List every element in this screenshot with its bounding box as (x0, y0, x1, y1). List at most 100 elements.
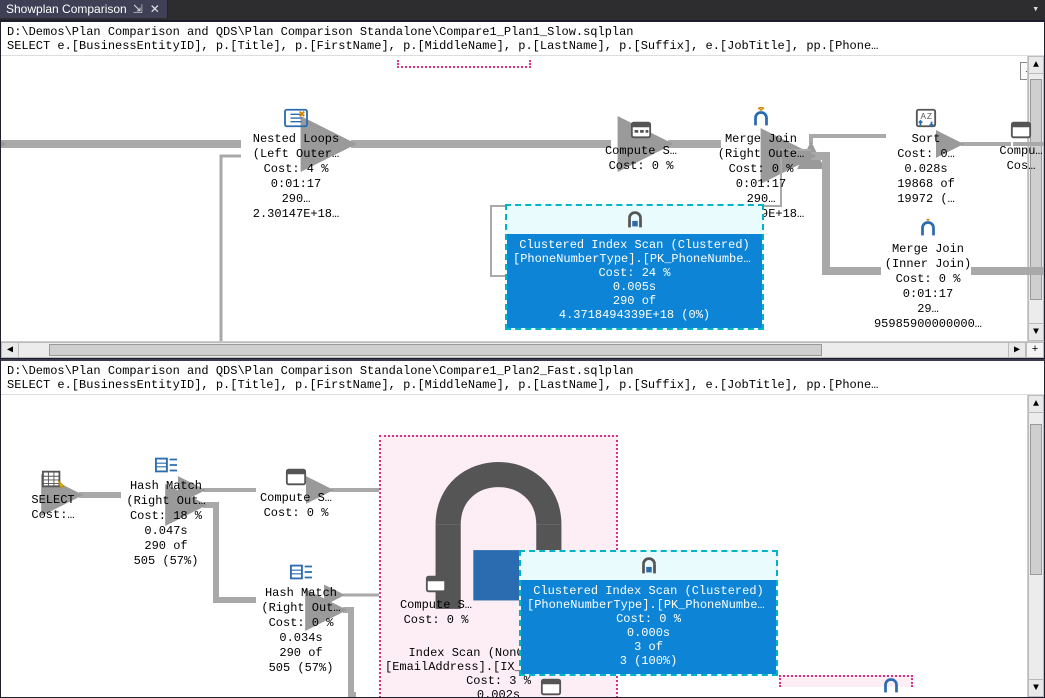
hash-match-icon (152, 453, 180, 477)
clustered-index-scan-icon (507, 206, 762, 234)
node-time: 0:01:17 (241, 177, 351, 192)
top-plan-pane: D:\Demos\Plan Comparison and QDS\Plan Co… (0, 21, 1045, 359)
scroll-right-icon[interactable]: ▶ (1008, 342, 1026, 358)
plan-file-path: D:\Demos\Plan Comparison and QDS\Plan Co… (1, 22, 1044, 39)
pin-icon[interactable]: ⇲ (133, 2, 143, 16)
plan-file-path: D:\Demos\Plan Comparison and QDS\Plan Co… (1, 361, 1044, 378)
node-title: Merge Join (868, 242, 988, 257)
node-cost: Cost: 0 % (868, 272, 988, 287)
scroll-track[interactable] (19, 342, 1008, 358)
node-cost: Cost: 0 % (256, 506, 336, 521)
clustered-index-scan-icon (521, 552, 776, 580)
node-subtitle: (Inner Join) (868, 257, 988, 272)
node-stat: 0.005s (513, 280, 756, 294)
node-stat: 0.000s (527, 626, 770, 640)
horizontal-scrollbar[interactable]: ◀ ▶ + (1, 341, 1044, 358)
node-cost: Cost: 4 % (241, 162, 351, 177)
node-offscreen-peek[interactable] (871, 673, 911, 697)
node-cost: Cost: 0 % (256, 616, 346, 631)
node-title: Compute S… (256, 491, 336, 506)
node-rows: 29… (868, 302, 988, 317)
node-title: Sort (886, 132, 966, 147)
node-cost: Cost: 18 % (121, 509, 211, 524)
plan-canvas[interactable]: Nested Loops (Left Outer… Cost: 4 % 0:01… (1, 56, 1044, 341)
merge-join-icon (747, 106, 775, 130)
node-nested-loops[interactable]: Nested Loops (Left Outer… Cost: 4 % 0:01… (241, 106, 351, 222)
node-subtitle: (Right Out… (256, 601, 346, 616)
compute-scalar-icon (627, 118, 655, 142)
node-subtitle: (Right Oute… (711, 147, 811, 162)
node-subtitle: (Right Out… (121, 494, 211, 509)
node-subtitle: (Left Outer… (241, 147, 351, 162)
node-stat: 2.30147E+18… (241, 207, 351, 222)
node-clustered-index-scan-highlight[interactable]: Clustered Index Scan (Clustered) [PhoneN… (505, 204, 764, 330)
plan-sql-text: SELECT e.[BusinessEntityID], p.[Title], … (1, 378, 1044, 395)
node-time: 0:01:17 (711, 177, 811, 192)
node-clustered-index-scan-highlight-2[interactable]: Clustered Index Scan (Clustered) [PhoneN… (519, 550, 778, 676)
node-title: Nested Loops (241, 132, 351, 147)
node-stat: 505 (57%) (256, 661, 346, 676)
scroll-thumb[interactable] (49, 344, 822, 356)
sort-icon: AZ (912, 106, 940, 130)
node-title: Compute S… (396, 598, 476, 613)
node-cost: Cost: 0 % (711, 162, 811, 177)
node-title: Hash Match (256, 586, 346, 601)
node-rows: 290… (241, 192, 351, 207)
nested-loops-icon (282, 106, 310, 130)
node-offscreen-peek-2[interactable] (531, 675, 571, 697)
node-stat: 4.3718494339E+18 (0%) (513, 308, 756, 322)
node-cost: Cost:… (23, 508, 83, 523)
plan-sql-text: SELECT e.[BusinessEntityID], p.[Title], … (1, 39, 1044, 56)
svg-text:Z: Z (927, 112, 932, 121)
node-title: Clustered Index Scan (Clustered) (513, 238, 756, 252)
node-stat: 290 of (256, 646, 346, 661)
node-hash-match-1[interactable]: Hash Match (Right Out… Cost: 18 % 0.047s… (121, 453, 211, 569)
node-time: 0:01:17 (868, 287, 988, 302)
plan-canvas-wrap: ▲ ▼ (1, 395, 1044, 697)
node-cost: Cos… (991, 159, 1044, 174)
node-object: [PhoneNumberType].[PK_PhoneNumberTy… (513, 252, 756, 266)
node-stat: 290 of (513, 294, 756, 308)
node-cost: Cost: 24 % (513, 266, 756, 280)
node-cost: Cost: 0 % (396, 613, 476, 628)
close-icon[interactable]: ✕ (149, 2, 161, 16)
node-stat: 290 of (121, 539, 211, 554)
plan-canvas-wrap: – ▲ ▼ (1, 56, 1044, 341)
compute-scalar-icon (537, 675, 565, 697)
node-stat: 0.034s (256, 631, 346, 646)
node-select[interactable]: SELECT Cost:… (23, 467, 83, 523)
plan-canvas[interactable]: SELECT Cost:… Hash Match (Right Out… Cos… (1, 395, 1044, 697)
node-merge-join-inner[interactable]: Merge Join (Inner Join) Cost: 0 % 0:01:1… (868, 216, 988, 332)
scroll-corner-plus-icon[interactable]: + (1026, 342, 1044, 358)
node-cost: Cost: 3 % (381, 674, 616, 688)
node-stat: 19868 of (886, 177, 966, 192)
tab-overflow-dropdown[interactable]: ▾ (1026, 0, 1045, 18)
tab-showplan-comparison[interactable]: Showplan Comparison ⇲ ✕ (0, 0, 168, 18)
node-stat: 3 of (527, 640, 770, 654)
node-stat: 19972 (… (886, 192, 966, 207)
node-sort[interactable]: AZ Sort Cost: 0… 0.028s 19868 of 19972 (… (886, 106, 966, 207)
merge-join-icon (877, 673, 905, 697)
bottom-plan-pane: D:\Demos\Plan Comparison and QDS\Plan Co… (0, 359, 1045, 698)
node-compute-scalar-b2[interactable]: Compute S… Cost: 0 % (396, 572, 476, 628)
compute-scalar-icon (1007, 118, 1035, 142)
node-compute-scalar-b1[interactable]: Compute S… Cost: 0 % (256, 465, 336, 521)
node-title: Compu… (991, 144, 1044, 159)
node-cost: Cost: 0… (886, 147, 966, 162)
node-stat: 0.002s (381, 688, 616, 697)
node-stat: 505 (57%) (121, 554, 211, 569)
node-title: Merge Join (711, 132, 811, 147)
tab-strip: Showplan Comparison ⇲ ✕ ▾ (0, 0, 1045, 21)
node-title: Compute S… (601, 144, 681, 159)
node-stat: 3 (100%) (527, 654, 770, 668)
node-title: Clustered Index Scan (Clustered) (527, 584, 770, 598)
node-compute-scalar-1[interactable]: Compute S… Cost: 0 % (601, 118, 681, 174)
svg-text:A: A (921, 112, 927, 121)
node-compute-scalar-right[interactable]: Compu… Cos… (991, 118, 1044, 174)
node-title: Hash Match (121, 479, 211, 494)
node-stat: 0.047s (121, 524, 211, 539)
node-cost: Cost: 0 % (601, 159, 681, 174)
node-hash-match-2[interactable]: Hash Match (Right Out… Cost: 0 % 0.034s … (256, 560, 346, 676)
scroll-left-icon[interactable]: ◀ (1, 342, 19, 358)
app-root: Showplan Comparison ⇲ ✕ ▾ D:\Demos\Plan … (0, 0, 1045, 698)
